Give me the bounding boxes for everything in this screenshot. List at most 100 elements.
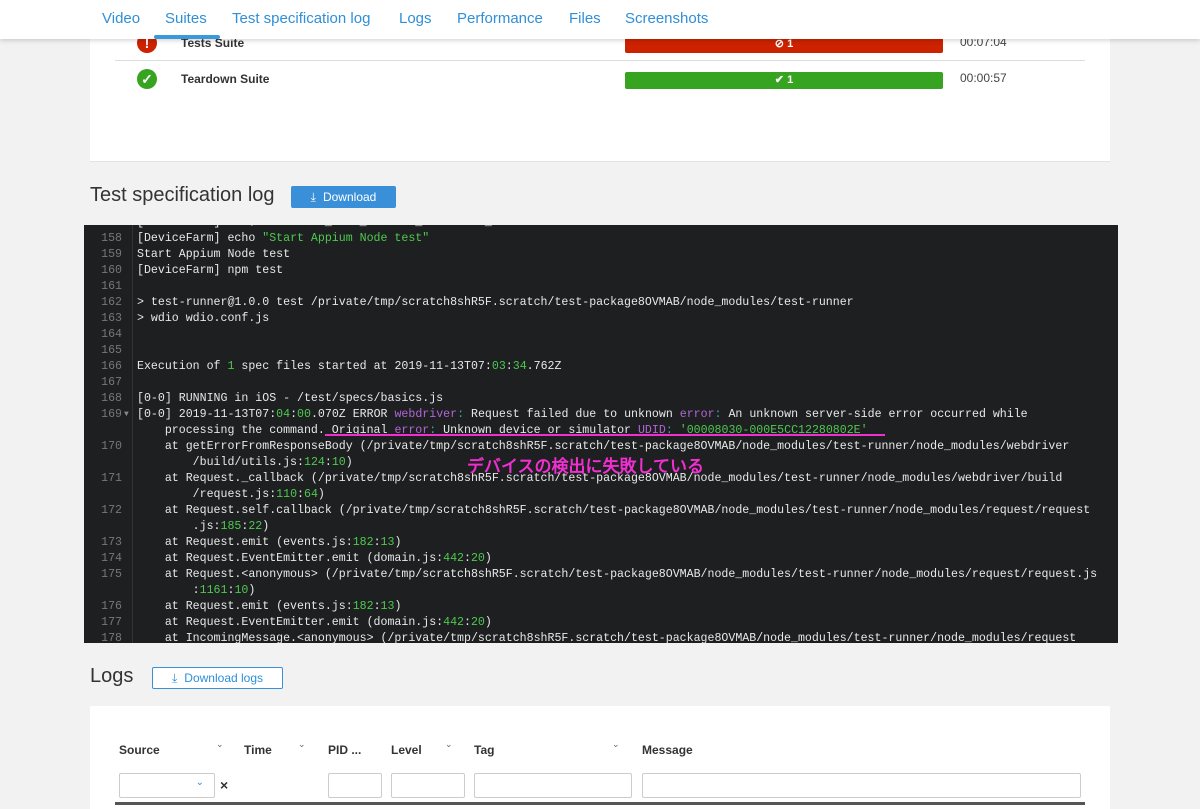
- check-circle-icon: ✓: [137, 69, 157, 89]
- line-code: [0-0] RUNNING in iOS - /test/specs/basic…: [137, 391, 443, 407]
- code-token: 185: [220, 520, 242, 533]
- code-token: at Request.EventEmitter.emit (domain.js:: [137, 616, 444, 629]
- pid-filter-input[interactable]: [328, 773, 382, 798]
- log-line: :1161:10): [84, 583, 1118, 599]
- download-icon: ⤓: [310, 189, 316, 204]
- line-number: 167: [101, 376, 122, 389]
- tab-logs[interactable]: Logs: [399, 10, 432, 27]
- chevron-down-icon[interactable]: ⌄: [445, 739, 453, 750]
- code-token: at IncomingMessage.<anonymous> (/private…: [137, 632, 1077, 643]
- tab-performance[interactable]: Performance: [457, 10, 543, 27]
- code-token: [0-0] 2019-11-13T07:: [137, 408, 277, 421]
- code-token: :: [714, 408, 722, 421]
- download-logs-button[interactable]: ⤓ Download logs: [152, 667, 283, 689]
- line-code: > wdio wdio.conf.js: [137, 311, 269, 327]
- source-filter-select[interactable]: ⌄: [119, 773, 215, 798]
- log-line: 162 > test-runner@1.0.0 test /private/tmp…: [84, 295, 1118, 311]
- line-number: 174: [101, 552, 122, 565]
- table-header-divider: [115, 802, 1085, 805]
- code-token: :: [373, 600, 381, 613]
- suite-duration: 00:00:57: [960, 71, 1007, 85]
- tag-filter-input[interactable]: [474, 773, 632, 798]
- fold-toggle-icon[interactable]: ▼: [124, 407, 129, 423]
- line-code: > test-runner@1.0.0 test /private/tmp/sc…: [137, 295, 854, 311]
- column-tag[interactable]: Tag: [474, 743, 494, 757]
- code-token: ): [345, 456, 353, 469]
- failed-count: 1: [787, 38, 794, 50]
- code-token: 110: [276, 488, 298, 501]
- tab-suites[interactable]: Suites: [165, 10, 207, 27]
- log-line: 178 at IncomingMessage.<anonymous> (/pri…: [84, 631, 1118, 643]
- active-tab-indicator: [154, 35, 220, 39]
- line-number: 178: [101, 632, 122, 643]
- download-label: Download: [322, 190, 377, 204]
- chevron-down-icon[interactable]: ⌄: [298, 739, 306, 750]
- level-filter-input[interactable]: [391, 773, 465, 798]
- message-filter-input[interactable]: [642, 773, 1081, 798]
- line-number: 172: [101, 504, 122, 517]
- chevron-down-icon: ⌄: [195, 777, 204, 788]
- code-token: 00: [297, 408, 311, 421]
- log-line: 175 at Request.<anonymous> (/private/tmp…: [84, 567, 1118, 583]
- code-token: 1161: [199, 584, 228, 597]
- code-token: 64: [304, 488, 318, 501]
- code-token: 20: [470, 552, 485, 565]
- line-code: [0-0] 2019-11-13T07:04:00.070Z ERROR web…: [137, 407, 1028, 423]
- tab-video[interactable]: Video: [102, 10, 140, 27]
- code-token: ): [394, 600, 402, 613]
- line-number: 176: [101, 600, 122, 613]
- code-token: error: [679, 408, 715, 421]
- clear-filter-icon[interactable]: ×: [220, 777, 228, 793]
- column-pid[interactable]: PID ...: [328, 743, 361, 757]
- code-token: :: [505, 360, 513, 373]
- code-token: 34: [512, 360, 527, 373]
- log-line: 176 at Request.emit (events.js:182:13): [84, 599, 1118, 615]
- chevron-down-icon[interactable]: ⌄: [612, 739, 620, 750]
- code-token: An unknown server-side error occurred wh…: [721, 408, 1028, 421]
- log-line: /request.js:110:64): [84, 487, 1118, 503]
- code-token: 182: [352, 536, 374, 549]
- tab-files[interactable]: Files: [569, 10, 601, 27]
- line-number: 171: [101, 472, 122, 485]
- code-token: .js:: [137, 520, 221, 533]
- line-code: :1161:10): [137, 583, 256, 599]
- chevron-down-icon[interactable]: ⌄: [216, 739, 224, 750]
- code-token: [DeviceFarm] echo: [137, 232, 263, 245]
- section-title-logs: Logs: [90, 665, 134, 687]
- log-line: 177 at Request.EventEmitter.emit (domain…: [84, 615, 1118, 631]
- line-number: 166: [101, 360, 122, 373]
- line-number: 164: [101, 328, 122, 341]
- spec-log-viewer[interactable]: 157[DeviceFarm] cd $DEVICEFARM_TEST_PACK…: [84, 225, 1118, 643]
- line-code: at Request.EventEmitter.emit (domain.js:…: [137, 615, 492, 631]
- line-code: at Request.EventEmitter.emit (domain.js:…: [137, 551, 492, 567]
- column-level[interactable]: Level: [391, 743, 422, 757]
- log-line: 161: [84, 279, 1118, 295]
- log-line: 174 at Request.EventEmitter.emit (domain…: [84, 551, 1118, 567]
- column-time[interactable]: Time: [244, 743, 272, 757]
- code-token: /request.js:: [137, 488, 277, 501]
- log-line: 159 Start Appium Node test: [84, 247, 1118, 263]
- code-token: webdriver: [394, 408, 458, 421]
- divider: [115, 60, 1085, 61]
- code-token: 20: [470, 616, 485, 629]
- log-line: 163 > wdio wdio.conf.js: [84, 311, 1118, 327]
- tab-screenshots[interactable]: Screenshots: [625, 10, 708, 27]
- line-code: /request.js:110:64): [137, 487, 325, 503]
- column-message[interactable]: Message: [642, 743, 693, 757]
- log-line: 166 Execution of 1 spec files started at …: [84, 359, 1118, 375]
- code-token: 10: [331, 456, 346, 469]
- download-button[interactable]: ⤓ Download: [291, 186, 396, 208]
- tab-bar: Video Suites Test specification log Logs…: [0, 0, 1200, 39]
- code-token: :: [324, 456, 332, 469]
- column-source[interactable]: Source: [119, 743, 160, 757]
- suite-row-teardown[interactable]: ✓ Teardown Suite ✔ 1 00:00:57: [115, 69, 1085, 107]
- annotation-text: デバイスの検出に失敗している: [467, 457, 704, 477]
- logs-table: Source ⌄ Time ⌄ PID ... Level ⌄ Tag ⌄ Me…: [90, 706, 1110, 809]
- code-token: :: [464, 616, 471, 629]
- line-number: 175: [101, 568, 122, 581]
- code-token: /build/utils.js:: [137, 456, 304, 469]
- code-token: 182: [352, 600, 374, 613]
- code-token: spec files started at 2019-11-13T07:: [234, 360, 492, 373]
- tab-test-specification-log[interactable]: Test specification log: [232, 10, 370, 27]
- code-token: 442: [443, 552, 464, 565]
